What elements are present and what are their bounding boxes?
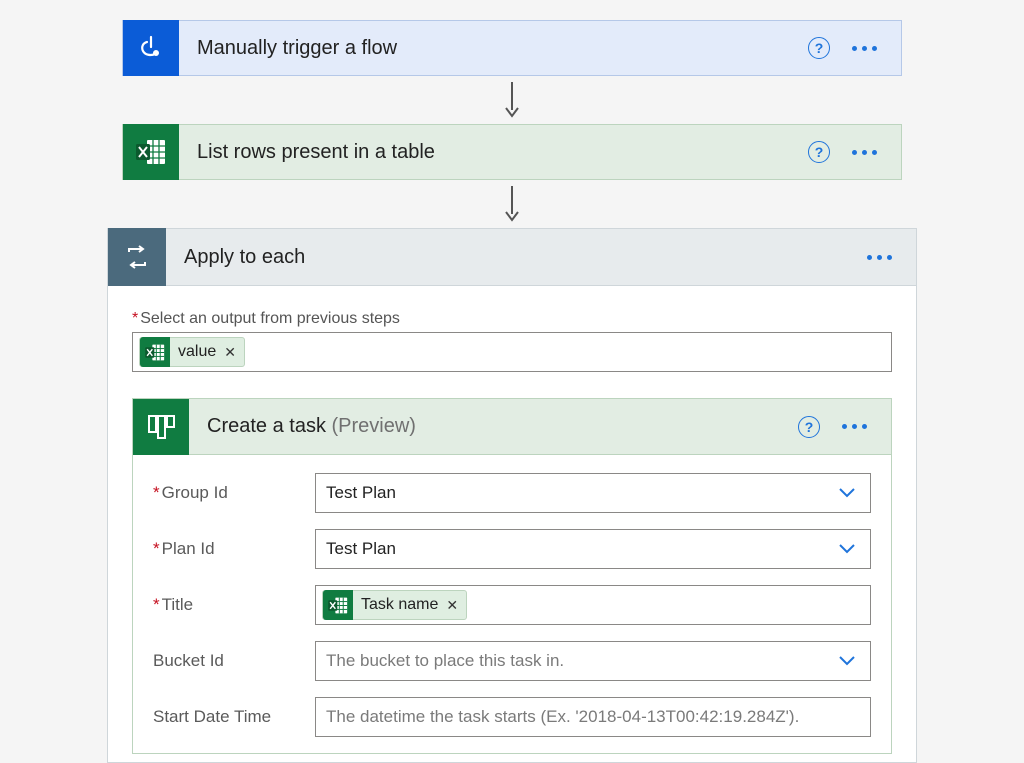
select-output-label: *Select an output from previous steps (132, 310, 892, 328)
start-date-input[interactable]: The datetime the task starts (Ex. '2018-… (315, 697, 871, 737)
token-label: Task name (361, 596, 438, 614)
apply-title: Apply to each (166, 246, 863, 269)
more-icon[interactable] (848, 146, 881, 159)
trigger-title: Manually trigger a flow (179, 37, 808, 60)
chevron-down-icon (838, 487, 856, 499)
plan-id-label: *Plan Id (153, 539, 303, 559)
bucket-id-label: Bucket Id (153, 651, 303, 671)
excel-card[interactable]: List rows present in a table ? (122, 124, 902, 180)
apply-to-each-container: Apply to each *Select an output from pre… (107, 228, 917, 763)
create-task-title: Create a task (Preview) (189, 415, 798, 438)
chevron-down-icon (838, 655, 856, 667)
field-title: *Title (153, 585, 871, 625)
remove-token-icon[interactable]: ✕ (446, 597, 458, 614)
more-icon[interactable] (863, 251, 896, 264)
select-output-input[interactable]: value ✕ (132, 332, 892, 372)
token-label: value (178, 343, 216, 361)
field-plan-id: *Plan Id Test Plan (153, 529, 871, 569)
chevron-down-icon (838, 543, 856, 555)
apply-header[interactable]: Apply to each (107, 228, 917, 286)
value-token[interactable]: value ✕ (139, 337, 245, 367)
connector-arrow (502, 76, 522, 124)
more-icon[interactable] (838, 420, 871, 433)
loop-icon (108, 228, 166, 286)
start-date-label: Start Date Time (153, 707, 303, 727)
excel-icon (323, 590, 353, 620)
remove-token-icon[interactable]: ✕ (224, 344, 236, 361)
trigger-card[interactable]: Manually trigger a flow ? (122, 20, 902, 76)
title-label: *Title (153, 595, 303, 615)
title-input[interactable]: Task name ✕ (315, 585, 871, 625)
planner-icon (133, 399, 189, 455)
create-task-card: Create a task (Preview) ? *Group Id (132, 398, 892, 754)
excel-icon (140, 337, 170, 367)
excel-title: List rows present in a table (179, 141, 808, 164)
connector-arrow (502, 180, 522, 228)
help-icon[interactable]: ? (808, 37, 830, 59)
group-id-input[interactable]: Test Plan (315, 473, 871, 513)
create-task-header[interactable]: Create a task (Preview) ? (133, 399, 891, 455)
field-start-date: Start Date Time The datetime the task st… (153, 697, 871, 737)
task-name-token[interactable]: Task name ✕ (322, 590, 467, 620)
help-icon[interactable]: ? (808, 141, 830, 163)
field-group-id: *Group Id Test Plan (153, 473, 871, 513)
excel-icon (123, 124, 179, 180)
help-icon[interactable]: ? (798, 416, 820, 438)
field-bucket-id: Bucket Id The bucket to place this task … (153, 641, 871, 681)
trigger-icon (123, 20, 179, 76)
bucket-id-input[interactable]: The bucket to place this task in. (315, 641, 871, 681)
group-id-label: *Group Id (153, 483, 303, 503)
more-icon[interactable] (848, 42, 881, 55)
plan-id-input[interactable]: Test Plan (315, 529, 871, 569)
